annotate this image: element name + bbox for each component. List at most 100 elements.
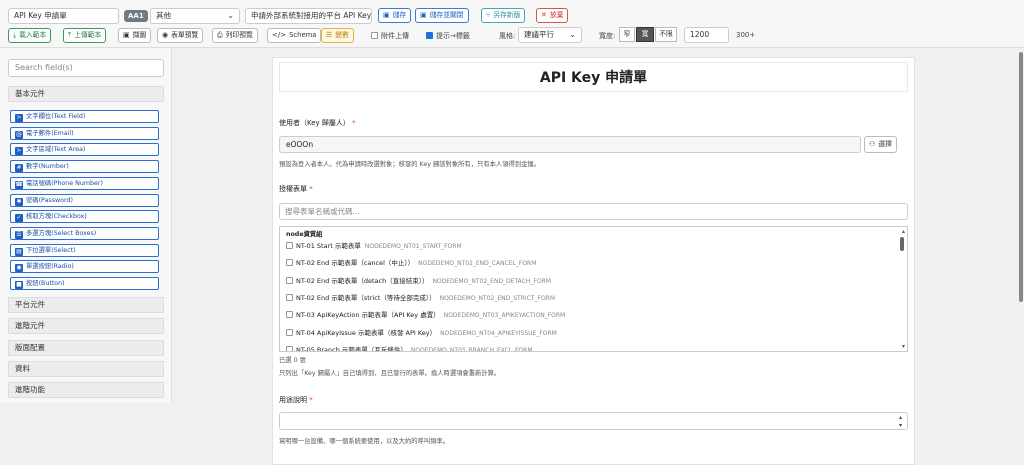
image-icon: ▣ (123, 31, 130, 39)
width-unlimited-option[interactable]: 不限 (655, 27, 677, 42)
list-item[interactable]: NT-01 Start 示範表單 NODEDEMO_NT01_START_FORM (286, 239, 896, 254)
list-scrollbar-thumb[interactable] (900, 237, 904, 251)
save-close-button[interactable]: ▣ 儲存並關閉 (415, 8, 469, 23)
attach-upload-toggle[interactable]: 附件上傳 (371, 31, 409, 41)
component-item[interactable]: @ 電子郵件(Email) (10, 126, 159, 140)
import-template-button[interactable]: ⤓ 載入範本 (8, 28, 52, 43)
list-item-code: NODEDEMO_NT04_APIKEYISSUE_FORM (440, 329, 557, 337)
component-type-icon: ■ (15, 281, 23, 289)
required-marker: * (309, 185, 313, 193)
attach-upload-label: 附件上傳 (381, 32, 409, 40)
purpose-help-text: 寫明哪一台設備、哪一個系統要使用，以及大約的呼叫頻率。 (279, 438, 450, 445)
list-item[interactable]: NT-03 ApiKeyAction 示範表單（API Key 處置） NODED… (286, 308, 896, 323)
save-close-label: 儲存並關閉 (429, 11, 464, 19)
group-premium[interactable]: 進階功能 (8, 382, 164, 398)
component-item[interactable]: ≻ 文字欄位(Text Field) (10, 110, 159, 123)
component-type-icon: ≻ (15, 147, 23, 156)
form-preview-button[interactable]: ◉ 表單預覽 (157, 28, 204, 43)
attach-upload-checkbox[interactable] (371, 32, 378, 39)
group-platform[interactable]: 平台元件 (8, 297, 164, 313)
list-item[interactable]: NT-02 End 示範表單（strict（等待全部完成）） NODEDEMO_N… (286, 291, 896, 306)
component-item-label: 單選按鈕(Radio) (26, 263, 74, 271)
component-item-label: 電話號碼(Phone Number) (26, 179, 103, 187)
save-as-button[interactable]: ⑂ 另存新版 (481, 8, 526, 23)
list-item-name: NT-01 Start 示範表單 (296, 242, 361, 250)
purpose-textarea[interactable]: ▴ ▾ (279, 412, 908, 430)
download-icon: ⤓ (13, 31, 17, 39)
field-search-input[interactable]: Search field(s) (8, 59, 164, 77)
required-marker: * (309, 396, 313, 404)
list-item-checkbox[interactable] (286, 345, 293, 351)
upload-template-label: 上傳範本 (74, 31, 102, 39)
layout-select[interactable]: 建議平行 ⌄ (518, 27, 582, 43)
component-item[interactable]: ≻ 文字區域(Text Area) (10, 143, 159, 157)
chevron-down-icon: ⌄ (227, 11, 234, 20)
component-item[interactable]: # 數字(Number) (10, 160, 159, 174)
list-item-checkbox[interactable] (286, 242, 293, 249)
save-label: 儲存 (392, 11, 407, 19)
pick-user-button[interactable]: ⚇ 選擇 (864, 136, 897, 153)
list-item-name: NT-03 ApiKeyAction 示範表單（API Key 處置） (296, 311, 440, 320)
list-item-checkbox[interactable] (286, 328, 293, 336)
branch-icon: ⑂ (486, 11, 491, 19)
description-input[interactable]: 申請外部系統對接用的平台 API Key (245, 8, 372, 24)
list-item-name: NT-02 End 示範表單（cancel（中止）） (296, 259, 415, 268)
width-narrow-option[interactable]: 窄 (619, 27, 635, 42)
group-advanced[interactable]: 進階元件 (8, 318, 164, 334)
page-scrollbar-thumb[interactable] (1019, 52, 1023, 302)
list-item-name: NT-02 End 示範表單（detach（直接結束）） (296, 276, 429, 285)
save-button[interactable]: ▣ 儲存 (378, 8, 412, 23)
list-item[interactable]: NT-02 End 示範表單（detach（直接結束）） NODEDEMO_NT0… (286, 274, 896, 289)
component-item-label: 電子郵件(Email) (26, 129, 74, 137)
scroll-up-icon[interactable]: ▴ (902, 228, 905, 235)
upload-template-button[interactable]: ⤒ 上傳範本 (63, 28, 107, 43)
group-basic[interactable]: 基本元件 (8, 86, 164, 102)
list-item[interactable]: NT-04 ApiKeyIssue 示範表單（核發 API Key） NODEDE… (286, 326, 896, 341)
scroll-down-icon[interactable]: ▾ (902, 343, 905, 350)
list-item-checkbox[interactable] (286, 311, 293, 319)
list-item-checkbox[interactable] (286, 259, 293, 267)
group-data[interactable]: 資料 (8, 361, 164, 377)
hint-to-label-checkbox[interactable] (426, 32, 433, 39)
form-code-badge: AA1 (124, 10, 148, 22)
schema-button[interactable]: </> Schema (267, 28, 322, 43)
component-item-label: 文字欄位(Text Field) (26, 113, 86, 120)
list-item-checkbox[interactable] (286, 293, 293, 301)
component-item[interactable]: ■ 按鈕(Button) (10, 277, 159, 290)
category-value: 其他 (156, 11, 171, 20)
save-icon: ▣ (420, 11, 427, 19)
variables-button[interactable]: ☰ 變數 (321, 28, 354, 43)
component-item[interactable]: ✱ 密碼(Password) (10, 193, 159, 207)
hint-to-label-toggle[interactable]: 提示→標籤 (426, 31, 470, 41)
list-item-checkbox[interactable] (286, 276, 293, 284)
hint-to-label-label: 提示→標籤 (436, 32, 470, 40)
form-name-input[interactable]: API Key 申請單 (8, 8, 119, 24)
component-item-label: 密碼(Password) (26, 196, 73, 204)
component-item[interactable]: ✓ 核取方塊(Checkbox) (10, 210, 159, 224)
form-title: API Key 申請單 (279, 62, 908, 92)
width-input[interactable]: 1200 (684, 27, 729, 43)
list-item[interactable]: NT-02 End 示範表單（cancel（中止）） NODEDEMO_NT02_… (286, 256, 896, 271)
category-select[interactable]: 其他 ⌄ (150, 8, 240, 24)
component-item[interactable]: ▤ 下拉選單(Select) (10, 243, 159, 257)
list-item[interactable]: NT-05 Branch 示範表單（互斥條件） NODEDEMO_NT05_BRA… (286, 343, 896, 351)
component-item[interactable]: ☰ 多選方塊(Select Boxes) (10, 226, 159, 240)
component-item[interactable]: ◉ 單選按鈕(Radio) (10, 260, 159, 274)
component-type-icon: # (15, 164, 23, 173)
variables-label: 變數 (335, 31, 349, 39)
component-item[interactable]: ☎ 電話號碼(Phone Number) (10, 176, 159, 190)
print-preview-button[interactable]: ⎙ 列印預覽 (212, 28, 258, 43)
component-item-label: 核取方塊(Checkbox) (26, 213, 87, 221)
width-suffix: 300+ (736, 31, 756, 39)
width-wide-option[interactable]: 寬 (636, 27, 654, 42)
list-item-code: NODEDEMO_NT02_END_STRICT_FORM (439, 294, 556, 302)
screenshot-button[interactable]: ▣ 擷圖 (118, 28, 152, 43)
user-field[interactable]: eOOOn (279, 136, 861, 153)
discard-button[interactable]: ✕ 放棄 (536, 8, 569, 23)
print-preview-label: 列印預覽 (225, 31, 253, 39)
code-icon: </> (272, 31, 287, 39)
auth-label-text: 授權表單 (279, 185, 307, 193)
group-layout[interactable]: 版面配置 (8, 340, 164, 356)
auth-form-list: node資質組 NT-01 Start 示範表單 NODEDEMO_NT01_ST… (279, 226, 908, 352)
auth-search-input[interactable]: 搜尋表單名稱或代碼... (279, 203, 908, 220)
